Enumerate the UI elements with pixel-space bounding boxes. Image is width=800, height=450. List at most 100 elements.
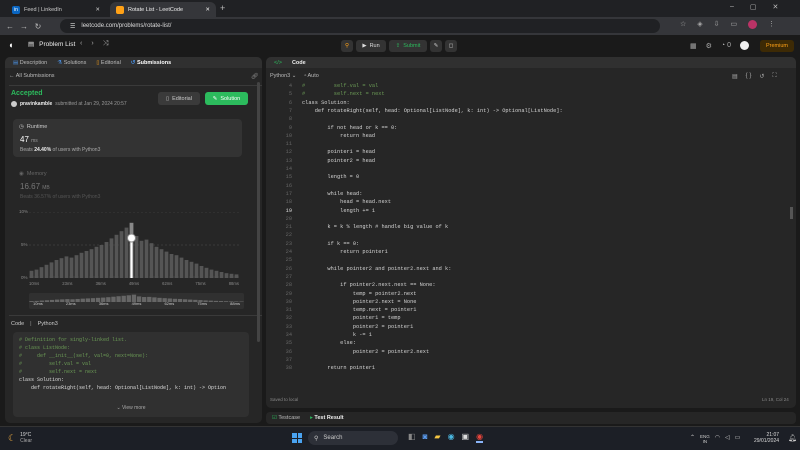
maximize-icon[interactable]: ▢ [750,3,757,11]
editor-scrollbar[interactable] [790,207,793,219]
windows-start-icon[interactable] [292,433,302,443]
close-icon[interactable]: ✕ [95,7,100,13]
debug-button[interactable]: ⚲ [341,40,353,52]
tab-solutions[interactable]: ⚗ Solutions [57,60,86,66]
windows-taskbar: ☾ 19°C Clear ⚲ Search ◧ ◙ ▰ ◉ ▣ ◉ ⌃ ENG IN … [0,426,800,450]
problem-list-button[interactable]: ▤ Problem List [28,40,75,49]
x-tick: 75ms [195,281,206,286]
teams-icon[interactable]: ◙ [423,432,428,443]
chat-icon[interactable]: ◻ [445,40,457,52]
histogram-bar [139,240,144,278]
language-select[interactable]: Python3 ⌄ [270,73,296,79]
line-number: 21 [285,224,292,231]
notes-icon[interactable]: ✎ [430,40,442,52]
reload-icon[interactable]: ↻ [32,20,44,32]
close-window-icon[interactable]: ✕ [773,3,779,11]
language-indicator[interactable]: ENG IN [700,434,710,444]
reset-icon[interactable]: ↺ [759,73,764,80]
line-number: 20 [285,215,292,222]
left-panel-tabs: ▤ Description ⚗ Solutions ▯ Editorial ↺ … [5,57,262,68]
minimize-icon[interactable]: – [730,3,734,11]
submitted-time: submitted at Jan 29, 2024 20:57 [55,101,127,107]
code-line: length = 0 [302,174,360,181]
file-explorer-icon[interactable]: ▰ [434,432,440,443]
snippet-line: # self.next = next [19,369,98,375]
note-icon[interactable]: ▤ [732,73,738,80]
editorial-button[interactable]: ▯ Editorial [158,92,200,105]
runtime-card[interactable]: ◷ Runtime 47 ms Beats 24.40% of users wit… [13,119,242,157]
star-icon[interactable]: ☆ [680,20,686,29]
layout-icon[interactable]: ▦ [690,42,697,50]
chrome-icon[interactable]: ◉ [476,432,484,443]
code-header: Code | Python3 [11,321,58,327]
shuffle-icon[interactable]: ⤨ [103,40,109,48]
submit-button[interactable]: ⇪ Submit [389,40,427,52]
edge-icon[interactable]: ◉ [448,432,455,443]
menu-icon[interactable]: ⋮ [768,20,775,29]
extensions-icon[interactable]: ◈ [697,20,702,29]
left-scrollbar[interactable] [257,82,260,342]
volume-icon[interactable]: ◁ [725,434,730,444]
line-number: 32 [285,315,292,322]
streak-icon[interactable]: ◔ 0 [721,42,731,49]
user-avatar[interactable] [740,41,749,50]
solution-button[interactable]: ✎ Solution [205,92,248,105]
divider [9,315,262,316]
prev-problem-icon[interactable]: ‹ [80,40,82,48]
histogram-bar [229,273,234,278]
tab-test-result[interactable]: ▸ Test Result [310,415,344,421]
tab-testcase[interactable]: ☑ Testcase [272,415,300,421]
tab-leetcode[interactable]: Rotate List - LeetCode ✕ [110,2,216,17]
store-icon[interactable]: ▣ [462,432,470,443]
histogram-bar [209,269,214,278]
wifi-icon[interactable]: ◠ [715,434,720,444]
code-icon: </> [274,59,282,66]
clock[interactable]: 21:07 29/01/2024 [754,432,779,444]
run-button[interactable]: ▶ Run [356,40,386,52]
sidebar-icon[interactable]: ▭ [731,20,738,29]
site-info-icon[interactable]: ☰ [70,23,75,30]
profile-avatar[interactable] [748,20,758,29]
bracket-icon[interactable]: { } [746,73,752,80]
tab-editorial[interactable]: ▯ Editorial [96,60,120,66]
share-icon[interactable]: 🔗︎ [251,73,259,80]
new-tab-button[interactable]: + [220,3,225,13]
chevron-up-icon[interactable]: ⌃ [690,434,695,444]
tab-description[interactable]: ▤ Description [13,60,47,66]
histogram-bar [224,273,229,278]
x-tick: 10ms [29,281,40,286]
battery-icon[interactable]: ▭ [735,434,741,444]
line-number: 11 [285,141,292,148]
username[interactable]: pravinkamble [20,101,52,107]
next-problem-icon[interactable]: › [91,40,93,48]
line-number: 13 [285,157,292,164]
snippet-line: # Definition for singly-linked list. [19,337,128,343]
range-slider[interactable]: 10ms 23ms 36ms 49ms 62ms 75ms 88ms [29,293,244,309]
all-submissions-link[interactable]: ← All Submissions [9,73,55,79]
code-line: if not head or k == 0: [302,124,398,131]
task-view-icon[interactable]: ◧ [408,432,416,443]
forward-icon[interactable]: → [18,20,30,32]
runtime-marker-icon[interactable] [127,233,136,243]
auto-toggle[interactable]: ▫ Auto [304,73,319,79]
downloads-icon[interactable]: ⇩ [714,20,720,29]
left-panel: ▤ Description ⚗ Solutions ▯ Editorial ↺ … [5,57,262,423]
notification-icon[interactable]: 🔔︎ [788,434,797,442]
view-more-button[interactable]: ⌄ View more [13,404,249,412]
tab-linkedin[interactable]: in Feed | LinkedIn ✕ [6,2,106,17]
back-icon[interactable]: ← [4,20,16,32]
close-icon[interactable]: ✕ [205,7,210,13]
premium-button[interactable]: Premium [760,40,794,52]
weather-widget[interactable]: ☾ 19°C Clear [8,432,32,444]
fullscreen-icon[interactable]: ⛶ [772,73,776,80]
settings-icon[interactable]: ⚙ [706,42,712,50]
code-area[interactable]: 4 # self.val = val 5 # self.next = next 6 cla… [266,83,790,393]
tab-submissions[interactable]: ↺ Submissions [131,60,171,66]
memory-title[interactable]: ◉ Memory [19,171,47,177]
runtime-histogram[interactable] [29,211,239,278]
taskbar-search[interactable]: ⚲ Search [308,431,398,445]
url-field[interactable]: ☰ leetcode.com/problems/rotate-list/ [60,19,660,33]
line-number: 7 [288,107,292,114]
histogram-bar [214,270,219,278]
leetcode-logo-icon[interactable]: ◖ [8,40,18,52]
